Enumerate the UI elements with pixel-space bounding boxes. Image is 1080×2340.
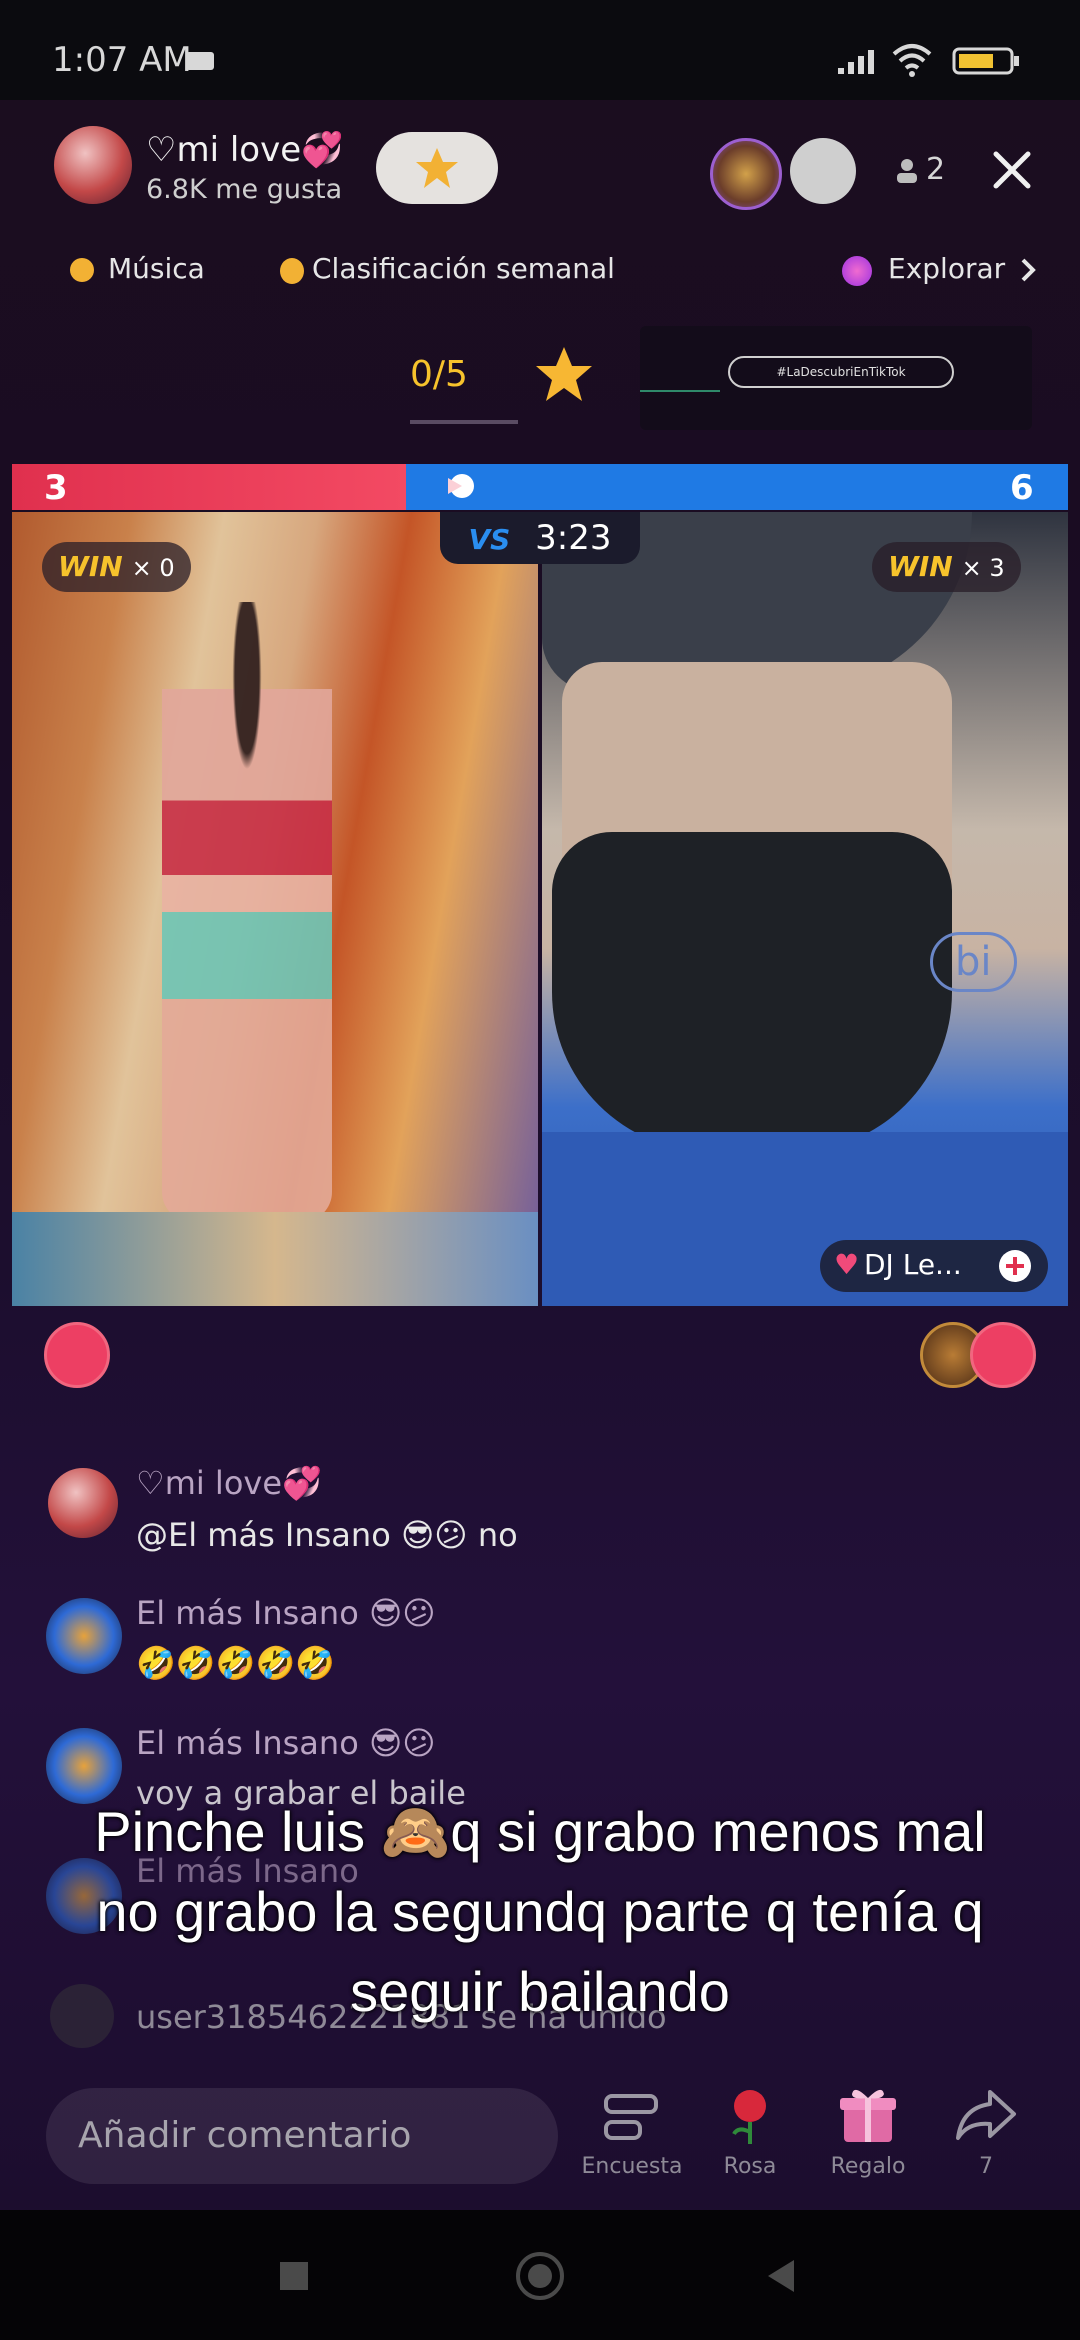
weekly-ranking-link[interactable]: Clasificación semanal [312, 252, 615, 285]
wifi-icon [892, 44, 932, 77]
add-icon[interactable] [998, 1249, 1032, 1283]
gift-icon[interactable] [838, 2084, 898, 2146]
host-avatar[interactable] [54, 126, 132, 204]
opponent-name: DJ Le... [864, 1248, 962, 1281]
explore-link[interactable]: Explorar [888, 252, 1005, 285]
right-win-count: × 3 [961, 554, 1005, 582]
close-icon[interactable] [990, 148, 1034, 192]
video-left-host[interactable]: WIN × 0 [12, 512, 538, 1306]
score-left: 3 [44, 468, 68, 508]
caption-line-2: no grabo la segundq parte q tenía q [96, 1880, 984, 1943]
music-icon [70, 258, 94, 282]
ranking-icon [280, 258, 304, 284]
battery-icon [952, 47, 1019, 75]
chat-avatar-1[interactable] [48, 1468, 118, 1538]
left-win-badge: WIN × 0 [42, 542, 191, 592]
hashtag-pill: #LaDescubriEnTikTok [728, 356, 954, 388]
status-time: 1:07 AM [52, 40, 192, 80]
nav-back-button[interactable] [766, 2258, 796, 2294]
share-icon[interactable] [954, 2086, 1018, 2144]
left-dancer-figure [162, 602, 332, 1222]
left-floor [12, 1212, 538, 1306]
comment-placeholder: Añadir comentario [78, 2115, 412, 2156]
status-bar: 1:07 AM [0, 0, 1080, 100]
favorite-button[interactable] [376, 132, 498, 204]
gift-label: Regalo [830, 2154, 906, 2179]
host-name[interactable]: ♡mi love💞 [146, 130, 343, 170]
chat-text-1: @El más Insano 😎😕 no [136, 1516, 518, 1554]
vs-label: VS [468, 523, 511, 556]
viewer-count[interactable]: 2 [926, 152, 945, 187]
right-win-word: WIN [888, 550, 953, 583]
chat-avatar-2[interactable] [46, 1598, 122, 1674]
rose-label: Rosa [723, 2154, 777, 2179]
system-nav-bar [0, 2210, 1080, 2340]
timer-value: 3:23 [535, 518, 612, 558]
camera-indicator-icon [186, 52, 214, 70]
caption-line-1: Pinche luis 🙈q si grabo menos mal [94, 1800, 986, 1863]
video-caption: Pinche luis 🙈q si grabo menos mal no gra… [30, 1792, 1050, 2032]
right-mask [552, 832, 952, 1152]
battle-timer: VS 3:23 [440, 512, 640, 564]
goal-progress-underline [410, 420, 518, 424]
host-likes: 6.8K me gusta [146, 174, 343, 205]
chat-name-3[interactable]: El más Insano 😎😕 [136, 1724, 436, 1762]
score-bar-blue [406, 464, 1068, 510]
opponent-heart-icon: ♥ [834, 1248, 860, 1281]
chat-text-2: 🤣🤣🤣🤣🤣 [136, 1644, 336, 1682]
left-win-count: × 0 [131, 554, 175, 582]
nav-home-button[interactable] [516, 2252, 564, 2300]
top-viewer-avatar-1[interactable] [710, 138, 782, 210]
chevron-right-icon [1021, 258, 1036, 282]
signal-icon [838, 50, 874, 74]
poll-icon[interactable] [602, 2090, 660, 2146]
comment-input[interactable]: Añadir comentario [46, 2088, 558, 2184]
chat-name-2[interactable]: El más Insano 😎😕 [136, 1594, 436, 1632]
hashtag-search-hint [640, 390, 720, 392]
score-right: 6 [1010, 468, 1034, 508]
poll-label: Encuesta [581, 2154, 683, 2179]
hashtag-text: #LaDescubriEnTikTok [776, 365, 906, 379]
goal-progress: 0/5 [410, 354, 468, 395]
goal-star-icon [536, 347, 592, 401]
score-bar-red [12, 464, 406, 510]
opponent-user-chip[interactable]: ♥ DJ Le... [820, 1240, 1048, 1292]
right-team-gift-icon[interactable] [970, 1322, 1036, 1388]
video-right-opponent[interactable]: bi WIN × 3 ♥ DJ Le... [542, 512, 1068, 1306]
right-win-badge: WIN × 3 [872, 542, 1021, 592]
rose-icon[interactable] [722, 2086, 778, 2146]
nav-recents-button[interactable] [280, 2262, 308, 2290]
top-viewer-avatar-2[interactable] [790, 138, 856, 204]
hashtag-banner[interactable]: #LaDescubriEnTikTok [640, 326, 1032, 430]
music-link[interactable]: Música [108, 252, 205, 285]
left-team-gift-icon[interactable] [44, 1322, 110, 1388]
chat-name-1[interactable]: ♡mi love💞 [136, 1464, 322, 1502]
star-icon [416, 148, 458, 188]
right-bg-logo: bi [930, 932, 1017, 992]
person-icon [897, 159, 917, 183]
score-divider-icon [448, 474, 474, 498]
caption-line-3: seguir bailando [350, 1960, 730, 2023]
left-win-word: WIN [58, 550, 123, 583]
explore-icon [842, 256, 872, 286]
share-count: 7 [979, 2154, 993, 2179]
